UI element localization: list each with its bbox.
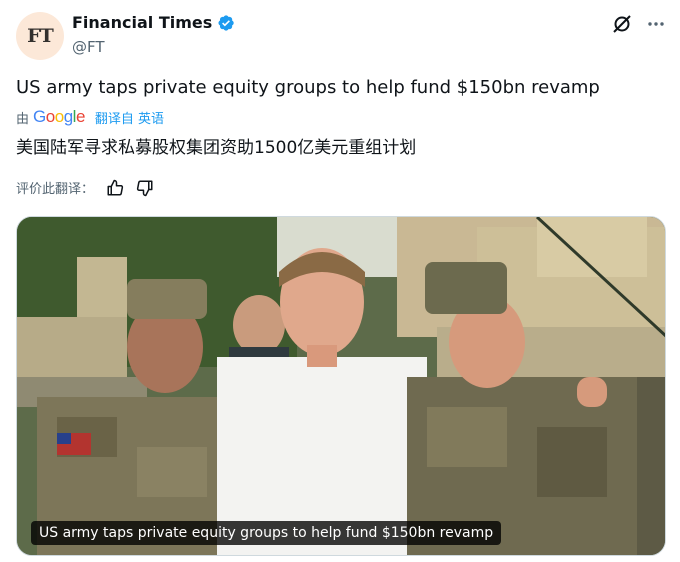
rate-translation: 评价此翻译：: [16, 178, 154, 197]
author-name[interactable]: Financial Times: [72, 13, 212, 32]
verified-badge-icon: [217, 14, 235, 32]
translated-text: 美国陆军寻求私募股权集团资助1500亿美元重组计划: [16, 138, 417, 158]
avatar[interactable]: FT: [16, 12, 64, 60]
thumbs-down-icon[interactable]: [136, 179, 154, 197]
avatar-text: FT: [27, 25, 54, 47]
photo-caption: US army taps private equity groups to he…: [31, 521, 502, 545]
author-name-row: Financial Times: [72, 13, 235, 32]
author-handle[interactable]: @FT: [72, 38, 105, 56]
translation-prefix: 由: [16, 111, 30, 127]
grok-icon[interactable]: [612, 14, 632, 34]
rate-translation-label: 评价此翻译：: [16, 182, 95, 197]
tweet-actions: [612, 14, 666, 34]
photo-scene: [17, 217, 665, 555]
translation-attribution: 由 Google 翻译自 英语: [16, 107, 164, 127]
tweet-text: US army taps private equity groups to he…: [16, 77, 600, 98]
more-icon[interactable]: [646, 14, 666, 34]
google-logo: Google: [33, 107, 85, 126]
thumbs-up-icon[interactable]: [106, 179, 124, 197]
tweet-photo[interactable]: US army taps private equity groups to he…: [16, 216, 666, 556]
translated-from-link[interactable]: 翻译自 英语: [95, 108, 164, 127]
